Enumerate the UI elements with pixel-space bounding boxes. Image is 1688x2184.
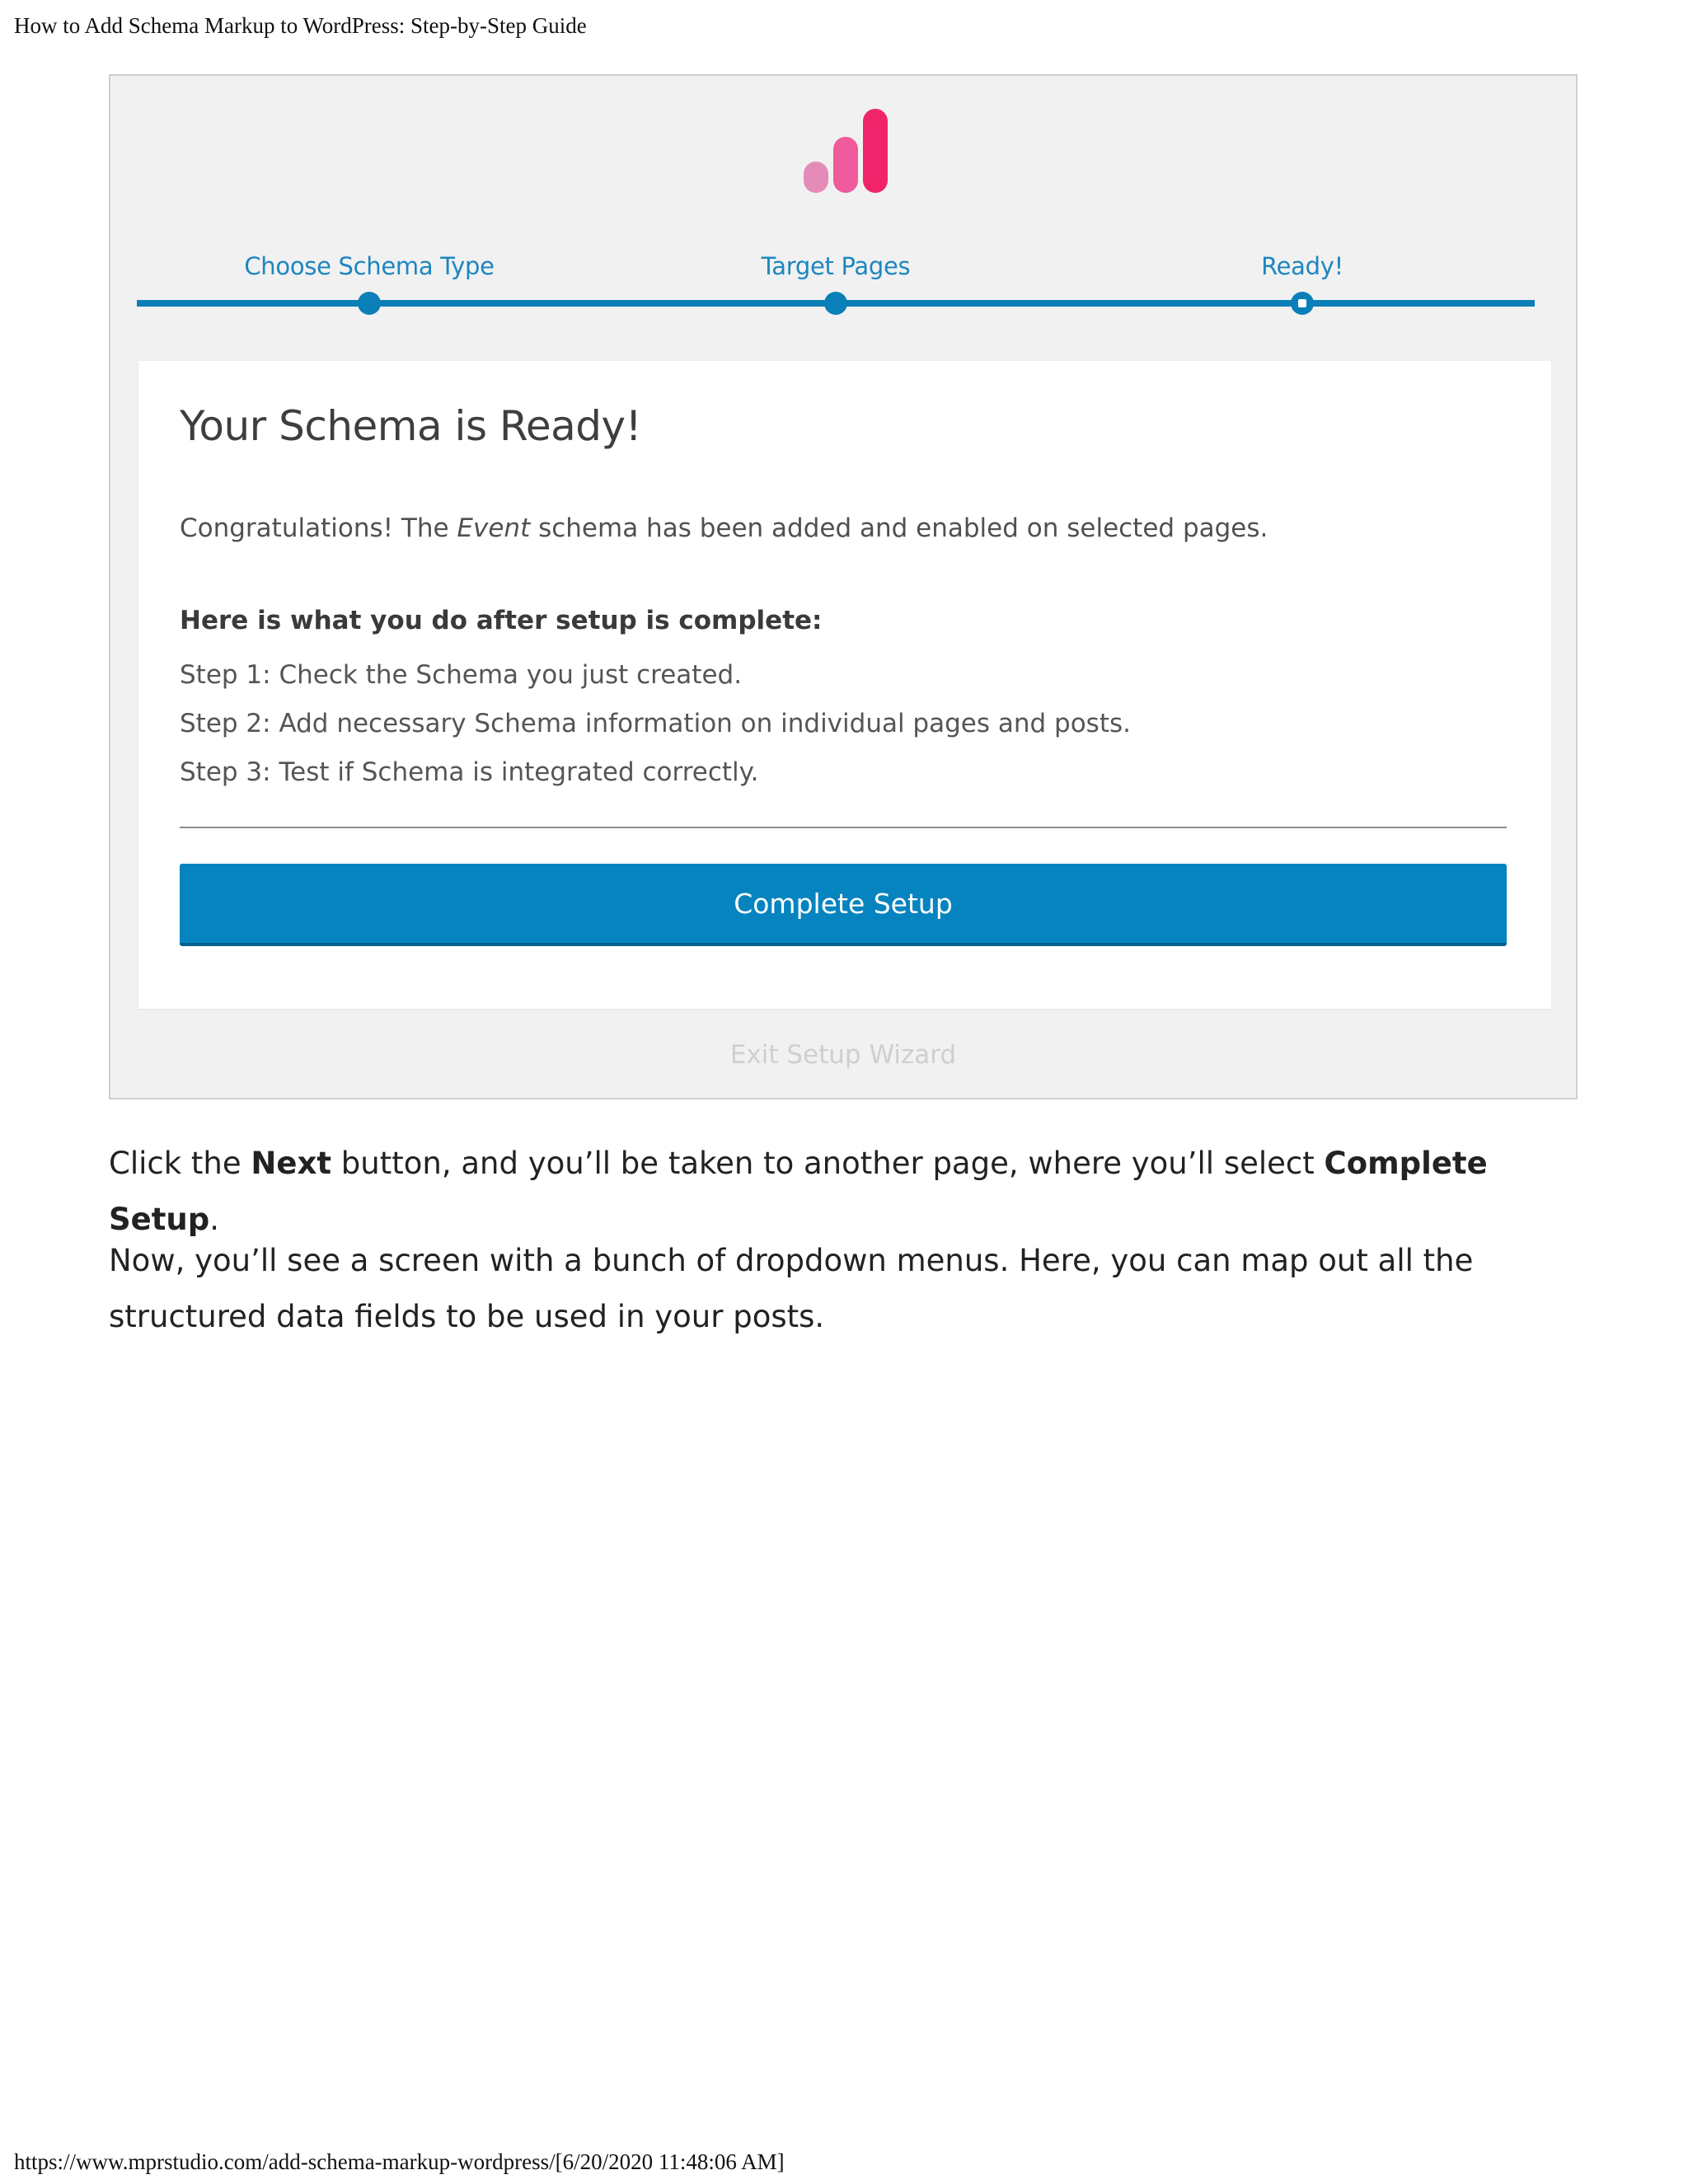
next-steps-list: Step 1: Check the Schema you just create… bbox=[180, 651, 1131, 797]
list-item: Step 3: Test if Schema is integrated cor… bbox=[180, 757, 759, 787]
logo-bar-tall bbox=[863, 109, 888, 193]
article-paragraph: Click the Next button, and you’ll be tak… bbox=[109, 1136, 1592, 1248]
complete-setup-button[interactable]: Complete Setup bbox=[180, 864, 1507, 946]
step-label: Choose Schema Type bbox=[244, 252, 495, 280]
exit-setup-wizard-link[interactable]: Exit Setup Wizard bbox=[110, 1040, 1576, 1070]
step-dot-complete bbox=[358, 292, 381, 315]
schema-type-name: Event bbox=[457, 513, 531, 543]
step-label: Target Pages bbox=[761, 252, 911, 280]
text-run: Click the bbox=[109, 1146, 251, 1181]
wizard-progress-stepper: Choose Schema Type Target Pages Ready! bbox=[137, 252, 1535, 318]
logo-bar-mid bbox=[833, 137, 858, 193]
congrats-message: Congratulations! The Event schema has be… bbox=[180, 513, 1268, 543]
text-run: . bbox=[209, 1202, 220, 1237]
step-target-pages[interactable]: Target Pages bbox=[630, 252, 1042, 315]
list-item: Step 2: Add necessary Schema information… bbox=[180, 709, 1131, 738]
step-label: Ready! bbox=[1261, 252, 1343, 280]
card-title: Your Schema is Ready! bbox=[180, 402, 642, 450]
congrats-text-after: schema has been added and enabled on sel… bbox=[530, 513, 1268, 543]
article-paragraph: Now, you’ll see a screen with a bunch of… bbox=[109, 1243, 1474, 1334]
next-steps-heading: Here is what you do after setup is compl… bbox=[180, 606, 823, 635]
step-dot-complete bbox=[824, 292, 847, 315]
step-choose-schema-type[interactable]: Choose Schema Type bbox=[163, 252, 575, 315]
step-dot-current bbox=[1291, 292, 1314, 315]
next-button-reference: Next bbox=[251, 1146, 332, 1181]
list-item: Step 1: Check the Schema you just create… bbox=[180, 660, 743, 690]
logo-bar-short bbox=[804, 162, 828, 193]
step-ready[interactable]: Ready! bbox=[1096, 252, 1508, 315]
divider bbox=[180, 827, 1507, 828]
bar-chart-logo-icon bbox=[804, 109, 888, 193]
print-header-title: How to Add Schema Markup to WordPress: S… bbox=[14, 13, 587, 38]
wizard-card: Your Schema is Ready! Congratulations! T… bbox=[138, 361, 1551, 1009]
print-footer-url: https://www.mprstudio.com/add-schema-mar… bbox=[14, 2149, 785, 2174]
text-run: button, and you’ll be taken to another p… bbox=[331, 1146, 1325, 1181]
congrats-text-before: Congratulations! The bbox=[180, 513, 457, 543]
setup-wizard-screenshot: Choose Schema Type Target Pages Ready! Y… bbox=[109, 74, 1578, 1099]
